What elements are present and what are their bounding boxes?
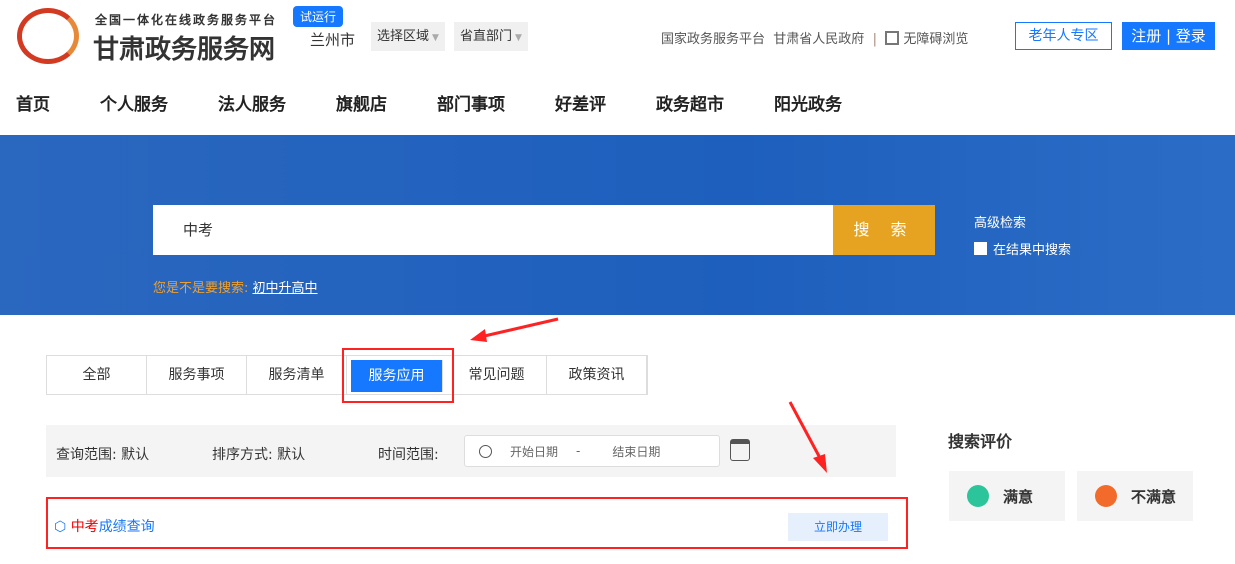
trial-badge: 试运行 <box>293 6 344 27</box>
frown-icon <box>1095 485 1117 507</box>
region-select-label: 选择区域 <box>377 29 430 44</box>
annotation-highlight <box>342 348 454 403</box>
login-link[interactable]: 登录 <box>1176 27 1206 45</box>
suggestion-link[interactable]: 初中升高中 <box>253 281 318 296</box>
main-nav: 首页 个人服务 法人服务 旗舰店 部门事项 好差评 政务超市 阳光政务 <box>16 90 892 115</box>
start-date[interactable]: 开始日期 <box>510 443 558 460</box>
unsatisfied-label: 不满意 <box>1131 487 1177 506</box>
filter-bar: 查询范围: 默认 排序方式: 默认 时间范围: 开始日期 - 结束日期 <box>46 425 896 477</box>
nav-legal[interactable]: 法人服务 <box>218 90 286 115</box>
accessible-icon <box>885 31 900 45</box>
caret-down-icon: ▼ <box>515 33 522 43</box>
end-date[interactable]: 结束日期 <box>612 443 660 460</box>
result-title-rest: 成绩查询 <box>98 519 155 535</box>
smile-icon <box>967 485 989 507</box>
register-link[interactable]: 注册 <box>1131 27 1161 45</box>
evaluation-title: 搜索评价 <box>948 432 1013 451</box>
link-province-gov[interactable]: 甘肃省人民政府 <box>773 32 864 47</box>
unsatisfied-button[interactable]: 不满意 <box>1077 471 1193 521</box>
scope-filter[interactable]: 查询范围: 默认 <box>56 444 149 464</box>
date-separator: - <box>576 444 581 458</box>
result-title[interactable]: ⬡ 中考成绩查询 <box>54 516 155 536</box>
caret-down-icon: ▼ <box>432 33 439 43</box>
logo-title[interactable]: 甘肃政务服务网 <box>93 29 275 66</box>
search-in-results-label: 在结果中搜索 <box>993 243 1072 258</box>
tab-service-items[interactable]: 服务事项 <box>147 356 247 394</box>
advanced-search-link[interactable]: 高级检索 <box>974 212 1026 231</box>
sort-filter[interactable]: 排序方式: 默认 <box>212 444 305 464</box>
elder-zone-button[interactable]: 老年人专区 <box>1015 22 1112 50</box>
satisfied-button[interactable]: 满意 <box>949 471 1065 521</box>
search-suggestion: 您是不是要搜索: 初中升高中 <box>153 277 318 296</box>
calendar-icon[interactable] <box>730 439 750 461</box>
date-range-input[interactable]: 开始日期 - 结束日期 <box>464 435 720 467</box>
result-item: ⬡ 中考成绩查询 立即办理 <box>46 497 908 549</box>
logo-subtitle: 全国一体化在线政务服务平台 <box>95 13 278 27</box>
dept-select-label: 省直部门 <box>460 29 513 44</box>
tab-all[interactable]: 全部 <box>47 356 147 394</box>
search-button[interactable]: 搜 索 <box>833 205 935 255</box>
region-select[interactable]: 选择区域 ▼ <box>371 22 445 51</box>
top-links: 国家政务服务平台 甘肃省人民政府 | 无障碍浏览 <box>661 28 968 47</box>
suggestion-label: 您是不是要搜索: <box>153 281 249 296</box>
nav-rating[interactable]: 好差评 <box>555 90 606 115</box>
register-login-button[interactable]: 注册 | 登录 <box>1122 22 1215 50</box>
nav-personal[interactable]: 个人服务 <box>100 90 168 115</box>
search-input[interactable]: 中考 <box>153 205 833 255</box>
search-in-results-checkbox[interactable]: 在结果中搜索 <box>974 239 1071 258</box>
nav-flagship[interactable]: 旗舰店 <box>336 90 387 115</box>
tab-service-list[interactable]: 服务清单 <box>247 356 347 394</box>
apply-now-button[interactable]: 立即办理 <box>788 513 888 541</box>
nav-home[interactable]: 首页 <box>16 90 50 115</box>
accessible-link[interactable]: 无障碍浏览 <box>903 32 968 47</box>
time-range-label: 时间范围: <box>378 447 439 463</box>
logo-emblem <box>17 8 79 64</box>
result-keyword: 中考 <box>70 519 99 535</box>
nav-market[interactable]: 政务超市 <box>656 90 724 115</box>
cube-icon: ⬡ <box>54 519 67 535</box>
city-label: 兰州市 <box>310 31 356 49</box>
link-national-platform[interactable]: 国家政务服务平台 <box>661 32 765 47</box>
dept-select[interactable]: 省直部门 ▼ <box>454 22 528 51</box>
nav-sunshine[interactable]: 阳光政务 <box>774 90 842 115</box>
checkbox[interactable] <box>974 242 987 255</box>
clock-icon <box>479 444 492 458</box>
nav-department[interactable]: 部门事项 <box>437 90 505 115</box>
tab-policy[interactable]: 政策资讯 <box>547 356 647 394</box>
annotation-arrow <box>470 317 559 342</box>
annotation-arrow <box>788 401 827 473</box>
satisfied-label: 满意 <box>1003 487 1034 506</box>
tab-faq[interactable]: 常见问题 <box>447 356 547 394</box>
divider: | <box>868 32 882 47</box>
